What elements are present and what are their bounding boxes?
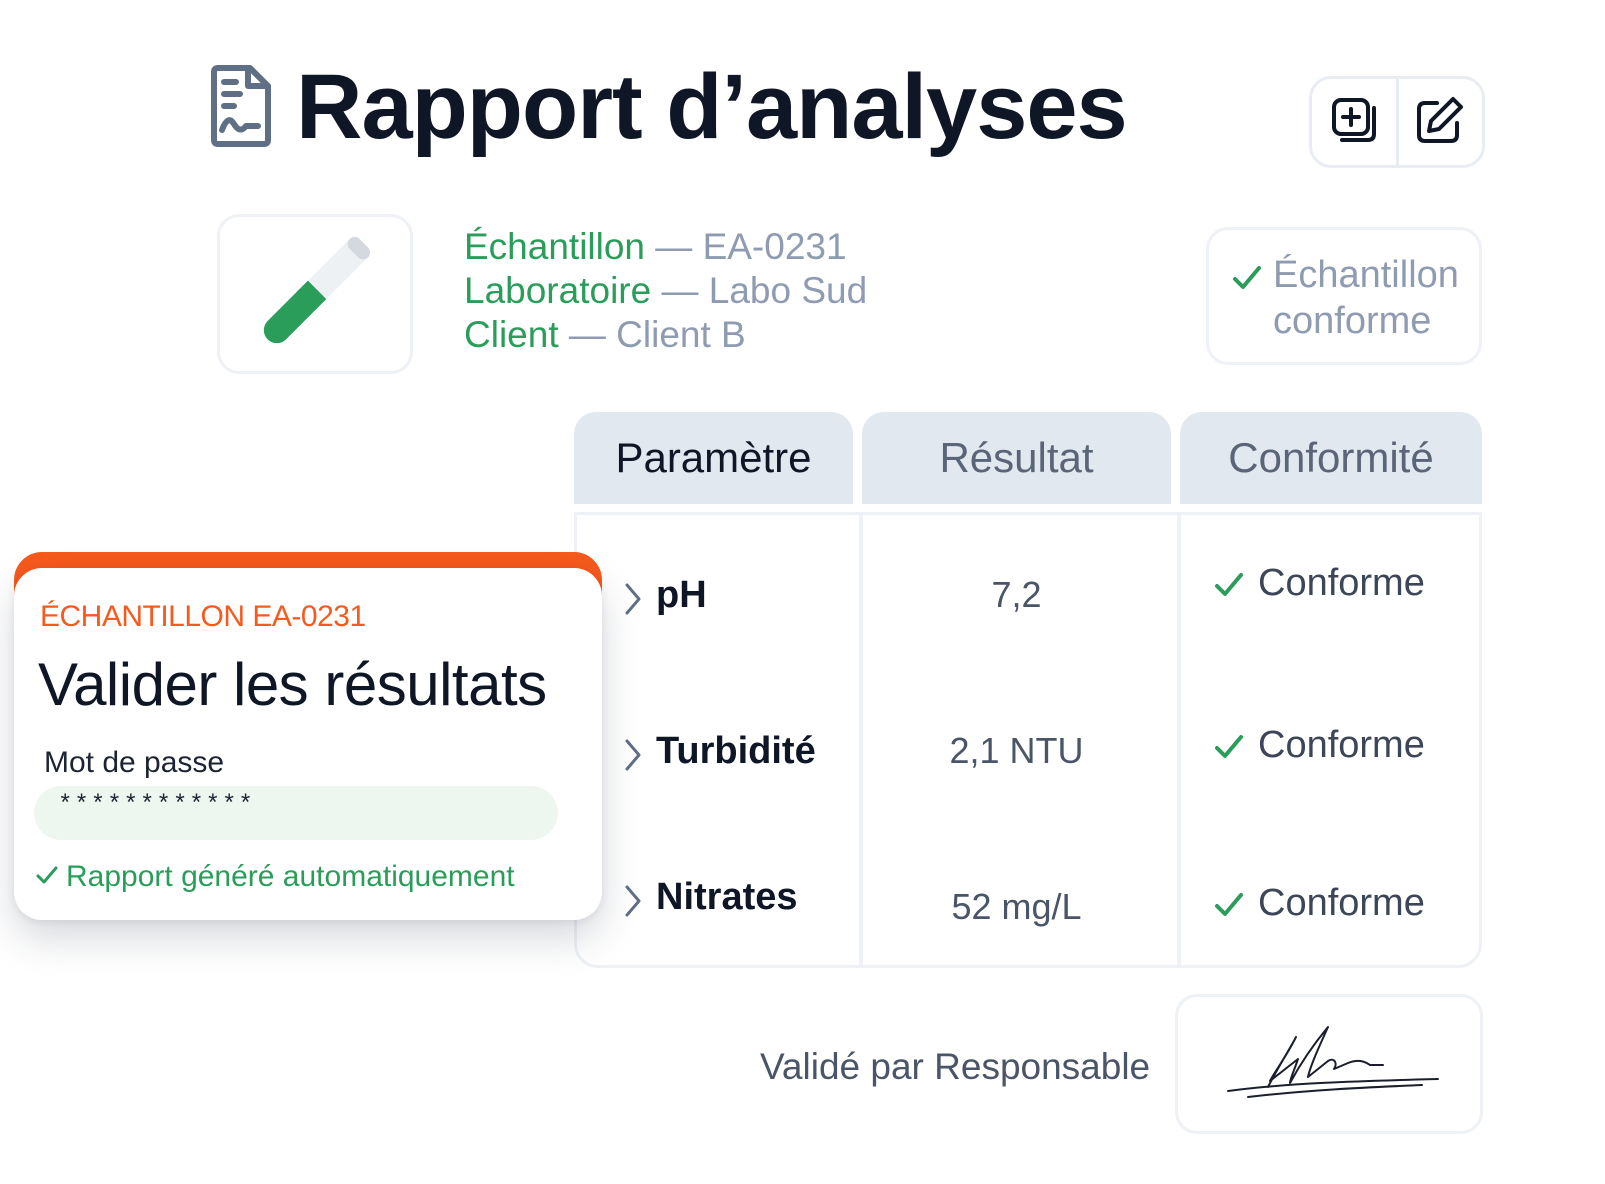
modal-kicker: ÉCHANTILLON EA-0231: [40, 600, 366, 633]
check-icon: [1214, 732, 1244, 762]
meta-separator: —: [651, 270, 709, 311]
chevron-right-icon[interactable]: [624, 738, 642, 772]
status-text: Échantillon conforme: [1273, 254, 1459, 342]
parameter-name: pH: [656, 574, 707, 616]
sample-icon-card: [217, 214, 413, 374]
auto-report-note: Rapport généré automatiquement: [36, 860, 515, 894]
validated-by-label: Validé par Responsable: [760, 1046, 1151, 1087]
meta-separator: —: [645, 226, 703, 267]
sample-meta: Échantillon — EA-0231 Laboratoire — Labo…: [464, 225, 867, 357]
signature-box: [1175, 994, 1483, 1134]
meta-label: Laboratoire: [464, 270, 652, 311]
password-label: Mot de passe: [44, 746, 225, 779]
duplicate-icon: [1330, 96, 1378, 149]
table-row[interactable]: Turbidité 2,1 NTU Conforme: [574, 724, 1482, 784]
meta-value: Labo Sud: [708, 270, 868, 311]
chevron-right-icon[interactable]: [624, 884, 642, 918]
conformity-status: Conforme: [1258, 562, 1425, 604]
parameter-name: Nitrates: [656, 876, 798, 918]
chevron-right-icon[interactable]: [624, 582, 642, 616]
conformity-status: Conforme: [1258, 882, 1425, 924]
meta-value: EA-0231: [702, 226, 847, 267]
modal-title: Valider les résultats: [38, 651, 547, 718]
table-row[interactable]: Nitrates 52 mg/L Conforme: [574, 870, 1482, 930]
edit-button[interactable]: [1395, 79, 1483, 165]
check-icon: [36, 860, 58, 894]
column-header-parameter: Paramètre: [574, 412, 853, 504]
check-icon: [1214, 890, 1244, 920]
auto-report-text: Rapport généré automatiquement: [66, 860, 515, 893]
table-row[interactable]: pH 7,2 Conforme: [574, 562, 1482, 628]
column-header-result: Résultat: [862, 412, 1171, 504]
meta-row-client: Client — Client B: [464, 313, 867, 357]
meta-row-sample: Échantillon — EA-0231: [464, 225, 867, 269]
meta-label: Client: [464, 314, 559, 355]
meta-separator: —: [558, 314, 617, 355]
check-icon: [1214, 570, 1244, 600]
parameter-name: Turbidité: [656, 730, 816, 772]
result-value: 2,1 NTU: [949, 730, 1084, 771]
validation-modal: ÉCHANTILLON EA-0231 Valider les résultat…: [14, 568, 602, 920]
toolbar: [1309, 76, 1485, 168]
meta-value: Client B: [616, 314, 746, 355]
result-value: 7,2: [991, 574, 1042, 615]
page-title: Rapport d’analyses: [296, 56, 1128, 158]
conformity-status: Conforme: [1258, 724, 1425, 766]
column-header-conformity: Conformité: [1180, 412, 1482, 504]
password-field[interactable]: ************: [34, 786, 558, 840]
result-value: 52 mg/L: [951, 886, 1082, 927]
meta-label: Échantillon: [464, 226, 646, 267]
signature-icon: [1178, 1026, 1480, 1135]
meta-row-lab: Laboratoire — Labo Sud: [464, 269, 867, 313]
status-badge: Échantillon conforme: [1206, 227, 1482, 365]
check-icon: [1231, 262, 1263, 294]
document-chart-icon: [210, 64, 272, 148]
edit-icon: [1415, 95, 1465, 150]
test-tube-icon: [250, 227, 380, 362]
duplicate-button[interactable]: [1312, 79, 1396, 165]
